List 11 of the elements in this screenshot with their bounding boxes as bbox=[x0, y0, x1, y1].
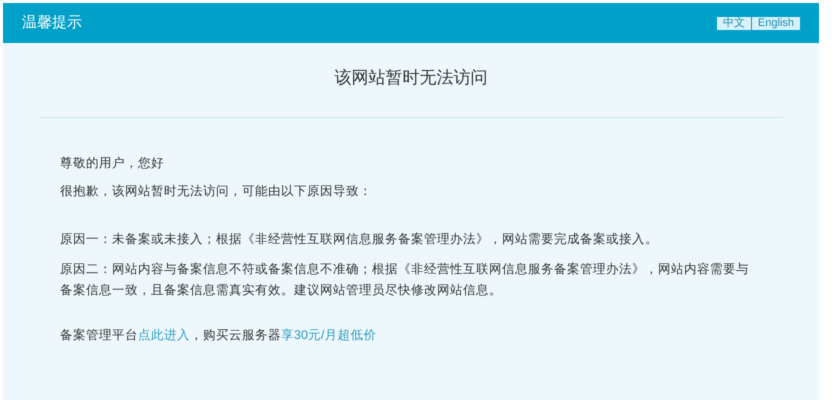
language-button[interactable]: English bbox=[752, 16, 800, 30]
footer-text: 备案管理平台点此进入，购买云服务器享30元/月超低价 bbox=[60, 327, 378, 344]
reason-text: 原因二：网站内容与备案信息不符或备案信息不准确；根据《非经营性互联网信息服务备案管理办法》，网站内容需要与备案信息一致，且备案信息需真实有效。建议网站管理员尽快修改网站信息。 bbox=[60, 261, 750, 299]
language-button[interactable]: 中文 bbox=[716, 16, 751, 30]
page-heading: 该网站暂时无法访问 bbox=[334, 67, 488, 89]
footer-link[interactable]: 点此进入 bbox=[138, 328, 190, 342]
reason-text: 原因一：未备案或未接入；根据《非经营性互联网信息服务备案管理办法》，网站需要完成备案或接入。 bbox=[60, 231, 659, 248]
header-title: 温馨提示 bbox=[22, 12, 82, 33]
footer-link[interactable]: 享30元/月超低价 bbox=[281, 328, 376, 342]
greeting-text: 尊敬的用户，您好 bbox=[60, 154, 165, 172]
intro-text: 很抱歉，该网站暂时无法访问，可能由以下原因导致： bbox=[60, 183, 373, 200]
